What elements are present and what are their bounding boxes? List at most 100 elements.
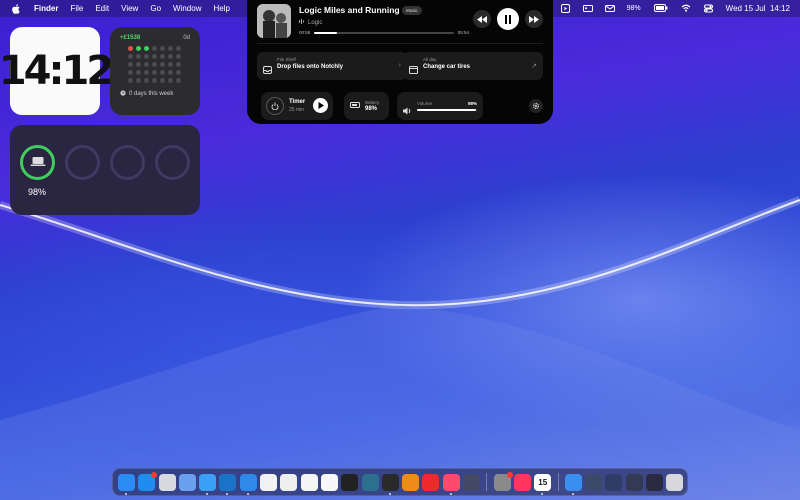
dock: 15 xyxy=(112,468,688,496)
finder-icon[interactable] xyxy=(118,473,135,495)
volume-fill xyxy=(417,109,476,111)
playback-scrubber[interactable] xyxy=(314,31,454,34)
reminder-card[interactable]: All day Change car tires ↗ xyxy=(403,52,543,80)
app-store-icon[interactable] xyxy=(138,471,158,491)
divider xyxy=(257,43,543,44)
3d-app-icon[interactable] xyxy=(361,473,379,491)
menu-edit[interactable]: Edit xyxy=(95,4,109,13)
file-shelf-action: Drop files onto Notchly xyxy=(277,64,343,70)
artist-name: Logic xyxy=(308,19,323,26)
preview-icon[interactable] xyxy=(178,473,196,491)
vscode-icon[interactable] xyxy=(219,473,237,495)
downloads-folder-icon[interactable] xyxy=(564,473,582,495)
speaker-icon xyxy=(403,102,412,120)
gear-icon xyxy=(532,97,540,115)
running-indicator xyxy=(246,492,249,495)
menu-help[interactable]: Help xyxy=(213,4,229,13)
terminal-icon[interactable] xyxy=(381,473,399,495)
timer-pill[interactable]: Timer 25 min xyxy=(261,92,333,120)
media-box-icon[interactable] xyxy=(560,4,570,13)
system-settings-icon[interactable] xyxy=(493,471,513,491)
pause-button[interactable] xyxy=(497,8,519,30)
timer-title: Timer xyxy=(289,99,306,105)
running-indicator xyxy=(388,492,391,495)
calendar-small-icon xyxy=(409,61,418,74)
menu-app-name[interactable]: Finder xyxy=(34,4,58,13)
trash-icon[interactable] xyxy=(666,473,684,491)
notification-badge xyxy=(506,471,513,478)
file-shelf-card[interactable]: File Shelf Drop files onto Notchly › xyxy=(257,52,407,80)
reminders-icon[interactable] xyxy=(320,473,338,491)
music-app-icon[interactable] xyxy=(442,473,460,495)
running-indicator xyxy=(571,492,574,495)
xcode-icon[interactable] xyxy=(239,473,257,495)
youtube-icon[interactable] xyxy=(422,473,440,491)
external-arrow-icon: ↗ xyxy=(531,63,537,70)
running-indicator xyxy=(125,492,127,495)
apple-menu-icon[interactable] xyxy=(12,3,22,14)
launchpad-icon[interactable] xyxy=(158,473,176,491)
clock-small-icon xyxy=(120,90,126,98)
menu-go[interactable]: Go xyxy=(150,4,161,13)
wifi-icon[interactable] xyxy=(681,4,691,13)
streak-count: +£1538 xyxy=(120,35,141,41)
batteries-widget[interactable]: 98% xyxy=(10,125,200,215)
macbook-battery-percent: 98% xyxy=(28,187,47,197)
notes-icon[interactable] xyxy=(280,473,298,491)
screenshot-2-icon[interactable] xyxy=(605,473,623,491)
screenshot-3-icon[interactable] xyxy=(625,473,643,491)
keynote-icon[interactable] xyxy=(402,473,420,491)
battery-pill[interactable]: Battery 98% xyxy=(344,92,389,120)
battery-label: Battery xyxy=(365,100,380,105)
running-indicator xyxy=(206,492,209,495)
playback-progress xyxy=(314,31,337,34)
settings-button[interactable] xyxy=(529,99,543,113)
menu-clock[interactable]: Wed 15 Jul 14:12 xyxy=(726,4,790,13)
numbers-icon[interactable] xyxy=(260,473,278,491)
rewind-button[interactable] xyxy=(473,10,491,28)
calendar-icon[interactable]: 15 xyxy=(534,473,552,495)
device-battery-ring xyxy=(65,145,100,180)
mail-icon[interactable] xyxy=(604,4,615,13)
dock-separator xyxy=(557,473,559,491)
elapsed-time: 00:58 xyxy=(299,30,311,35)
volume-label: Volume xyxy=(417,101,433,106)
streak-days: 0d xyxy=(183,35,190,41)
source-tag: Music xyxy=(402,6,422,15)
id-card-icon[interactable] xyxy=(582,4,593,13)
volume-slider[interactable] xyxy=(417,109,477,111)
power-icon xyxy=(266,97,284,115)
chevron-right-icon: › xyxy=(398,62,401,69)
volume-pill[interactable]: Volume 98% xyxy=(397,92,483,120)
timer-duration: 25 min xyxy=(289,107,305,113)
clock-widget[interactable]: 14:12 xyxy=(0,27,114,115)
laptop-icon xyxy=(30,154,46,172)
running-indicator xyxy=(226,492,229,495)
notch-panel: Logic Miles and Running Music Logic 00:5… xyxy=(247,0,553,124)
freeform-icon[interactable] xyxy=(300,473,318,491)
davinci-icon[interactable] xyxy=(463,473,481,491)
streak-footer: 0 days this week xyxy=(129,91,174,97)
waveform-icon xyxy=(299,19,305,26)
timer-play-button[interactable] xyxy=(313,98,328,113)
streak-widget[interactable]: +£1538 0d 0 days this week xyxy=(110,27,200,115)
reminder-title: Change car tires xyxy=(423,64,471,70)
activity-monitor-icon[interactable] xyxy=(341,473,359,491)
apple-music-icon[interactable] xyxy=(513,473,531,491)
safari-icon[interactable] xyxy=(199,473,217,495)
activity-grid xyxy=(128,46,190,83)
battery-icon[interactable] xyxy=(653,4,668,13)
reminder-label: All day xyxy=(423,57,437,62)
dock-separator xyxy=(486,473,488,491)
control-center-icon[interactable] xyxy=(703,4,713,13)
menu-window[interactable]: Window xyxy=(173,4,201,13)
fast-forward-button[interactable] xyxy=(525,10,543,28)
screenshot-4-icon[interactable] xyxy=(646,473,664,491)
battery-value: 98% xyxy=(365,106,378,112)
menu-view[interactable]: View xyxy=(121,4,138,13)
notification-badge xyxy=(151,471,158,478)
file-shelf-label: File Shelf xyxy=(277,57,296,62)
album-art[interactable] xyxy=(257,4,291,38)
screenshot-1-icon[interactable] xyxy=(585,473,603,491)
menu-file[interactable]: File xyxy=(70,4,83,13)
